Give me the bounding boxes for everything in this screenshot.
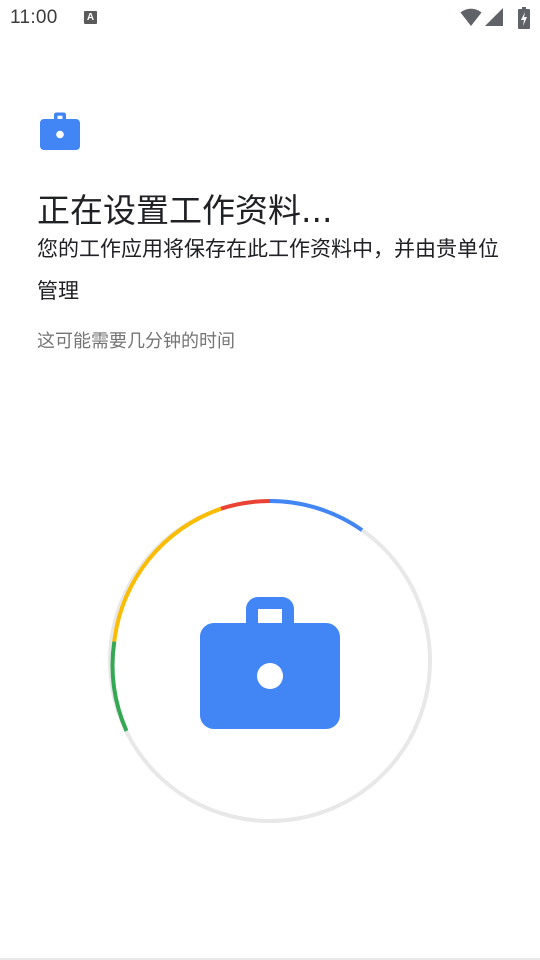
battery-charging-icon [518, 7, 530, 29]
progress-arc-red [220, 499, 271, 511]
cell-signal-icon [485, 8, 503, 26]
center-briefcase-icon [200, 597, 340, 729]
a-notification-icon: A [84, 11, 97, 24]
status-time: 11:00 [10, 7, 58, 28]
page-title: 正在设置工作资料... [37, 191, 333, 230]
time-note: 这可能需要几分钟的时间 [37, 331, 235, 352]
description-text: 您的工作应用将保存在此工作资料中，并由贵单位管理 [37, 237, 499, 303]
status-bar: 11:00 A [0, 0, 540, 36]
work-profile-setup-screen: 11:00 A 正在设置工作资料... 您的工作应用将保存在此工作资料中，并由贵… [0, 0, 540, 960]
status-icons [460, 7, 532, 29]
briefcase-icon [40, 112, 80, 150]
progress-arc-blue [269, 499, 364, 532]
wifi-icon [460, 8, 482, 26]
progress-arc-green [110, 641, 129, 732]
